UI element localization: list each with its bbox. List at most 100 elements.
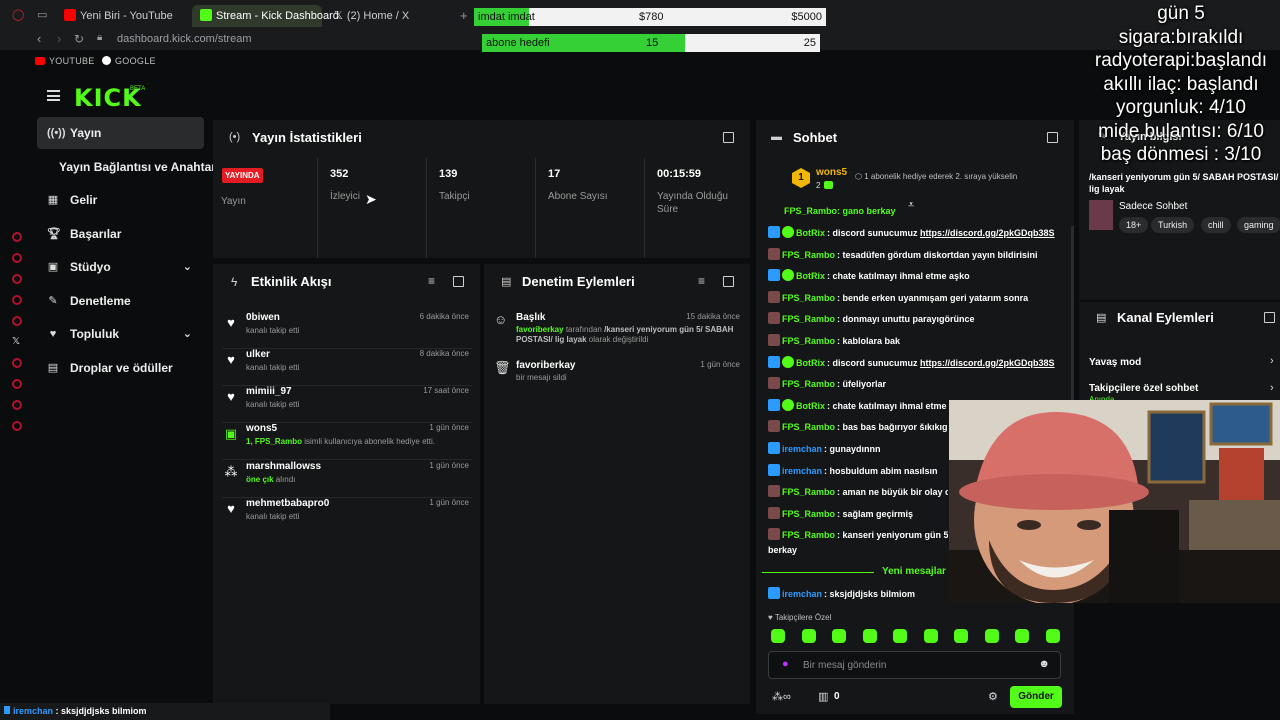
menu-icon[interactable] <box>47 90 60 101</box>
side-app-icon[interactable] <box>12 358 22 368</box>
chat-username[interactable]: FPS_Rambo <box>782 293 835 303</box>
tab-x-home[interactable]: 𝕏 (2) Home / X <box>326 5 417 27</box>
popout-icon[interactable] <box>1047 132 1058 143</box>
chat-message: iremchan: sksjdjdjsks bilmiom <box>768 585 915 603</box>
chat-username[interactable]: iremchan <box>782 466 822 476</box>
tag-pill[interactable]: chill <box>1201 217 1231 233</box>
browser-logo-icon[interactable]: ◯ <box>12 8 24 21</box>
sidebar-item-stream-key[interactable]: Yayın Bağlantısı ve Anahtarı <box>37 151 219 183</box>
category-thumbnail[interactable] <box>1089 200 1113 230</box>
tab-manager-icon[interactable]: ▭ <box>37 8 47 21</box>
popout-icon[interactable] <box>723 276 734 287</box>
chat-username[interactable]: iremchan <box>782 444 822 454</box>
emote-icon[interactable] <box>984 629 999 643</box>
gear-icon[interactable]: ⚙ <box>988 690 998 703</box>
emote-icon[interactable] <box>832 629 846 643</box>
popout-icon[interactable] <box>1264 312 1275 323</box>
bookmark-youtube[interactable]: YOUTUBE <box>35 56 95 66</box>
chat-username[interactable]: FPS_Rambo <box>782 487 835 497</box>
chat-message: BotRix: chate katılmayı ihmal etme aşko <box>768 267 1064 285</box>
filter-icon[interactable]: ≡ <box>428 274 435 288</box>
emote-icon[interactable] <box>954 629 968 643</box>
popout-icon[interactable] <box>453 276 464 287</box>
chat-username[interactable]: BotRix <box>796 271 825 281</box>
sidebar-item-studio[interactable]: ▣ Stüdyo ⌄ <box>37 251 204 283</box>
emoji-icon[interactable]: ☻ <box>1038 658 1050 670</box>
emote-icon[interactable] <box>862 629 877 643</box>
donation-goal-label: imdat imdat <box>478 11 535 23</box>
category-name[interactable]: Sadece Sohbet <box>1119 201 1187 212</box>
emote-icon[interactable] <box>893 629 907 643</box>
chat-username[interactable]: FPS_Rambo <box>782 314 835 324</box>
user-icon: ☺ <box>494 312 508 327</box>
chat-username[interactable]: FPS_Rambo <box>782 509 835 519</box>
moderation-item: 🗑︎ favoriberkay bir mesajı sildi 1 gün ö… <box>494 360 740 382</box>
chat-link[interactable]: https://discord.gg/2pkGDqb38S <box>920 358 1055 368</box>
badge-icon <box>768 269 780 282</box>
mic-icon[interactable]: ● <box>782 658 789 670</box>
emote-icon[interactable] <box>801 629 816 643</box>
bookmark-google[interactable]: GOOGLE <box>102 56 156 66</box>
tab-youtube[interactable]: Yeni Biri - YouTube <box>56 5 181 27</box>
reload-icon[interactable]: ↻ <box>74 32 84 46</box>
chat-message: BotRix: discord sunucumuz https://discor… <box>768 354 1064 372</box>
chat-username[interactable]: FPS_Rambo <box>782 530 835 540</box>
filter-icon[interactable]: ≡ <box>698 274 705 288</box>
badge-icon <box>768 334 780 346</box>
sidebar-item-revenue[interactable]: ▦ Gelir <box>37 184 204 216</box>
chevron-right-icon[interactable]: › <box>1270 382 1274 394</box>
side-app-icon[interactable] <box>12 274 22 284</box>
popout-icon[interactable] <box>723 132 734 143</box>
chat-link[interactable]: https://discord.gg/2pkGDqb38S <box>920 228 1055 238</box>
back-icon[interactable]: ‹ <box>37 31 41 46</box>
side-app-icon[interactable] <box>12 400 22 410</box>
sidebar-item-moderation[interactable]: ✎ Denetleme <box>37 285 204 317</box>
badge-icon <box>768 463 780 476</box>
points-icon[interactable]: ⁂∞ <box>772 690 791 703</box>
chevron-down-icon: ⌄ <box>182 328 192 340</box>
new-tab-button[interactable]: + <box>460 8 468 23</box>
chevron-right-icon[interactable]: › <box>1270 355 1274 367</box>
side-app-icon[interactable]: 𝕏 <box>12 337 22 347</box>
kick-favicon-icon <box>200 9 212 21</box>
badge-icon <box>768 442 780 454</box>
sidebar-item-stream[interactable]: ((•)) Yayın <box>37 117 204 149</box>
send-button[interactable]: Gönder <box>1010 686 1062 708</box>
sidebar-item-drops[interactable]: ▤ Droplar ve ödüller <box>37 352 204 384</box>
side-app-icon[interactable] <box>12 253 22 263</box>
tag-pill[interactable]: gaming <box>1237 217 1280 233</box>
emote-icon[interactable] <box>1015 629 1029 643</box>
side-app-icon[interactable] <box>12 421 22 431</box>
url-field[interactable]: dashboard.kick.com/stream <box>117 33 252 45</box>
heart-icon: ♥ <box>227 352 235 367</box>
chat-username[interactable]: FPS_Rambo <box>782 422 835 432</box>
chat-username[interactable]: BotRix <box>796 228 825 238</box>
store-icon[interactable]: ▥ <box>818 690 828 703</box>
side-app-icon[interactable] <box>12 379 22 389</box>
side-app-icon[interactable] <box>12 232 22 242</box>
broadcast-icon: ((•)) <box>47 127 66 139</box>
chat-username[interactable]: BotRix <box>796 358 825 368</box>
action-slow-mode[interactable]: Yavaş mod <box>1089 357 1141 368</box>
emote-icon[interactable] <box>923 629 938 643</box>
chat-username[interactable]: FPS_Rambo <box>782 336 835 346</box>
chat-message: BotRix: discord sunucumuz https://discor… <box>768 224 1064 242</box>
pinned-user[interactable]: wons5 <box>816 167 847 178</box>
chat-username[interactable]: FPS_Rambo <box>782 250 835 260</box>
tab-kick-dashboard[interactable]: Stream - Kick Dashboard <box>192 5 339 27</box>
side-app-icon[interactable] <box>12 316 22 326</box>
emote-icon[interactable] <box>771 629 785 643</box>
sidebar-item-community[interactable]: ♥ Topluluk ⌄ <box>37 318 204 350</box>
emote-icon[interactable] <box>1045 629 1060 643</box>
sidebar-item-achievements[interactable]: 🏆︎ Başarılar <box>37 218 204 250</box>
chat-username[interactable]: BotRix <box>796 401 825 411</box>
action-follower-chat[interactable]: Takipçilere özel sohbet <box>1089 383 1198 394</box>
chat-username[interactable]: FPS_Rambo <box>782 379 835 389</box>
tag-pill[interactable]: 18+ <box>1119 217 1149 233</box>
chat-input[interactable]: ● Bir mesaj gönderin ☻ <box>768 651 1061 679</box>
forward-icon[interactable]: › <box>57 31 61 46</box>
tag-pill[interactable]: Turkish <box>1151 217 1195 233</box>
webcam-feed <box>949 400 1280 603</box>
side-app-icon[interactable] <box>12 295 22 305</box>
chat-title: Sohbet <box>793 130 838 145</box>
